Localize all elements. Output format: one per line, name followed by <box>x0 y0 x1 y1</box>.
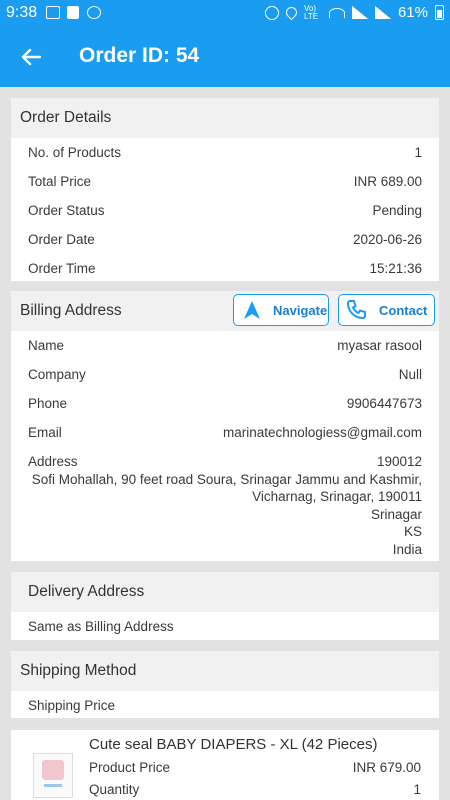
billing-label: Name <box>28 338 65 353</box>
contact-label: Contact <box>379 302 428 318</box>
status-time: 9:38 <box>6 4 38 21</box>
delivery-row: Same as Billing Address <box>11 612 439 641</box>
product-price-row: Product Price INR 679.00 <box>89 760 421 775</box>
status-right-group: Vo) LTE 61% <box>264 3 444 21</box>
contact-button[interactable]: Contact <box>338 294 435 326</box>
status-bar: 9:38 Vo) LTE 61% <box>0 0 450 27</box>
battery-percent: 61% <box>397 4 428 21</box>
billing-label: Company <box>28 367 86 382</box>
address-label: Address <box>28 454 78 469</box>
address-country: India <box>392 541 422 557</box>
navigate-button[interactable]: Navigate <box>233 294 329 326</box>
detail-row-total-price: Total Price INR 689.00 <box>11 167 439 196</box>
detail-label: Order Date <box>28 232 95 247</box>
shipping-header: Shipping Method <box>11 651 439 691</box>
billing-label: Phone <box>28 396 68 411</box>
image-notification-icon <box>46 6 60 19</box>
navigation-arrow-icon <box>244 301 260 319</box>
billing-row-phone: Phone 9906447673 <box>11 389 439 418</box>
billing-row-name: Name myasar rasool <box>11 331 439 360</box>
detail-value: 1 <box>414 145 422 160</box>
detail-row-status: Order Status Pending <box>11 196 439 225</box>
signal-icon <box>351 6 368 19</box>
billing-address-card: Billing Address Navigate Contact Name my… <box>11 291 439 561</box>
billing-row-company: Company Null <box>11 360 439 389</box>
signal-icon-2 <box>374 6 391 19</box>
wifi-icon <box>328 7 345 18</box>
billing-row-email: Email marinatechnologiess@gmail.com <box>11 418 439 447</box>
arrow-back-icon <box>21 48 41 66</box>
address-line-1: Sofi Mohallah, 90 feet road Soura, Srina… <box>31 471 422 487</box>
billing-label: Email <box>28 425 62 440</box>
shipping-price-row: Shipping Price <box>11 691 439 720</box>
battery-icon <box>435 5 444 20</box>
product-name: Cute seal BABY DIAPERS - XL (42 Pieces) <box>89 736 378 753</box>
billing-address-block: Address 190012 Sofi Mohallah, 90 feet ro… <box>11 447 439 558</box>
location-icon <box>283 4 300 21</box>
page-title: Order ID: 54 <box>79 44 200 67</box>
detail-value: 15:21:36 <box>369 261 422 276</box>
alarm-icon <box>264 5 279 20</box>
navigate-label: Navigate <box>273 302 328 318</box>
detail-row-date: Order Date 2020-06-26 <box>11 225 439 254</box>
phone-icon <box>346 300 366 320</box>
order-details-header: Order Details <box>11 98 439 138</box>
product-price-label: Product Price <box>89 760 171 775</box>
detail-row-products: No. of Products 1 <box>11 138 439 167</box>
detail-label: Order Time <box>28 261 96 276</box>
app-bar: Order ID: 54 <box>0 27 450 87</box>
address-zip: 190012 <box>376 454 422 469</box>
delivery-header: Delivery Address <box>11 572 439 612</box>
product-price-value: INR 679.00 <box>352 760 421 775</box>
b-notification-icon <box>87 6 101 19</box>
billing-value: 9906447673 <box>346 396 422 411</box>
detail-row-time: Order Time 15:21:36 <box>11 254 439 283</box>
billing-value: Null <box>398 367 422 382</box>
product-qty-row: Quantity 1 <box>89 782 421 797</box>
detail-value: 2020-06-26 <box>352 232 422 247</box>
detail-label: No. of Products <box>28 145 122 160</box>
back-button[interactable] <box>14 41 48 73</box>
product-image <box>33 753 73 798</box>
delivery-text: Same as Billing Address <box>28 619 174 634</box>
shipping-price-label: Shipping Price <box>28 698 116 713</box>
detail-value: Pending <box>372 203 422 218</box>
detail-label: Total Price <box>28 174 92 189</box>
order-details-card: Order Details No. of Products 1 Total Pr… <box>11 98 439 281</box>
billing-value: marinatechnologiess@gmail.com <box>222 425 422 440</box>
address-state: KS <box>403 524 422 539</box>
address-city: Srinagar <box>370 506 422 522</box>
product-qty-label: Quantity <box>89 782 140 797</box>
address-line-2: Vicharnag, Srinagar, 190011 <box>252 489 422 504</box>
shipping-method-card: Shipping Method Shipping Price <box>11 651 439 718</box>
app-notification-icon <box>67 6 79 19</box>
delivery-address-card: Delivery Address Same as Billing Address <box>11 572 439 640</box>
detail-value: INR 689.00 <box>353 174 422 189</box>
billing-value: myasar rasool <box>337 338 422 353</box>
volte-label: Vo) LTE <box>303 3 319 21</box>
product-qty-value: 1 <box>413 782 421 797</box>
product-card[interactable]: Cute seal BABY DIAPERS - XL (42 Pieces) … <box>11 730 439 800</box>
detail-label: Order Status <box>28 203 105 218</box>
